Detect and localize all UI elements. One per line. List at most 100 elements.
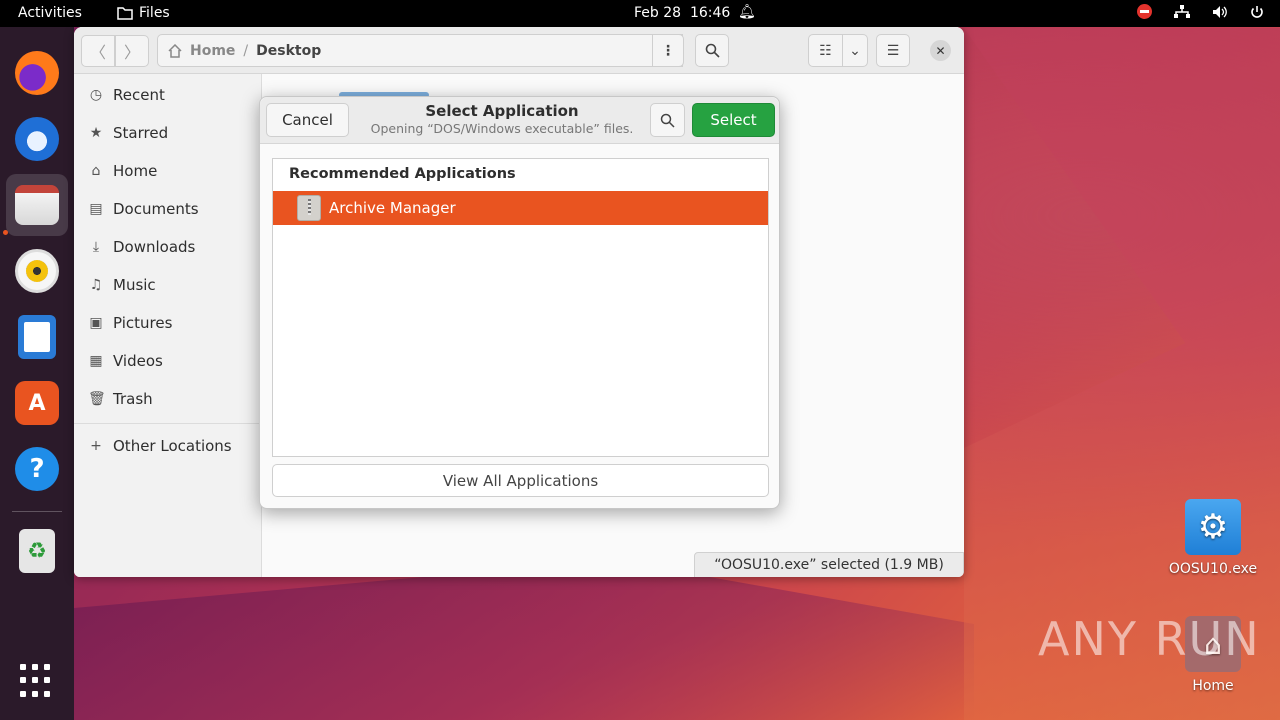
sidebar-item-label: Pictures xyxy=(113,314,173,332)
dock-separator xyxy=(12,511,62,512)
path-current[interactable]: Desktop xyxy=(256,43,321,59)
sidebar-item-label: Home xyxy=(113,162,158,180)
power-icon xyxy=(1251,5,1263,18)
sidebar-item-label: Recent xyxy=(113,86,165,104)
application-list: Recommended Applications Archive Manager xyxy=(272,158,769,457)
archive-manager-icon xyxy=(297,195,321,221)
help-icon: ? xyxy=(15,447,59,491)
trash-icon: ♻ xyxy=(19,529,55,573)
dock-firefox[interactable] xyxy=(6,42,68,104)
sidebar-item-label: Starred xyxy=(113,124,169,142)
sidebar-item-pictures[interactable]: ▣ Pictures xyxy=(74,305,262,341)
sidebar-item-label: Videos xyxy=(113,352,163,370)
path-separator: / xyxy=(243,42,249,59)
sidebar-item-other-locations[interactable]: + Other Locations xyxy=(74,428,262,464)
dock-writer[interactable] xyxy=(6,306,68,368)
top-bar: Activities Files Feb 28 16:46 🔔︎ xyxy=(0,0,1280,27)
sidebar-item-label: Trash xyxy=(113,390,153,408)
header-bar: 〈 〉 Home / Desktop ⋮ ☷ ⌄ ☰ ✕ xyxy=(74,27,964,74)
do-not-disturb-icon xyxy=(1137,4,1152,19)
folder-icon xyxy=(117,7,133,20)
clock[interactable]: Feb 28 16:46 xyxy=(634,5,730,21)
select-button[interactable]: Select xyxy=(692,103,775,137)
forward-button[interactable]: 〉 xyxy=(115,35,149,67)
close-window-button[interactable]: ✕ xyxy=(930,40,951,61)
desktop-icon-label: OOSU10.exe xyxy=(1168,561,1258,577)
wallpaper-shape xyxy=(74,560,974,720)
dock-trash[interactable]: ♻ xyxy=(6,520,68,582)
cancel-button[interactable]: Cancel xyxy=(266,103,349,137)
clock-time: 16:46 xyxy=(689,5,731,21)
dialog-header: Cancel Select Application Opening “DOS/W… xyxy=(260,97,779,144)
libreoffice-writer-icon xyxy=(18,315,56,359)
list-view-icon: ☷ xyxy=(819,42,832,59)
view-all-applications-button[interactable]: View All Applications xyxy=(272,464,769,497)
list-header: Recommended Applications xyxy=(289,166,516,182)
hamburger-icon: ☰ xyxy=(886,42,900,59)
clock-date: Feb 28 xyxy=(634,5,682,21)
firefox-icon xyxy=(15,51,59,95)
app-menu[interactable]: Files xyxy=(117,5,170,21)
sidebar-item-videos[interactable]: ▦ Videos xyxy=(74,343,262,379)
sidebar-item-downloads[interactable]: ⤓ Downloads xyxy=(74,229,262,265)
path-menu-button[interactable]: ⋮ xyxy=(652,34,684,67)
sidebar: ◷ Recent ★ Starred ⌂ Home ▤ Documents ⤓ Downl… xyxy=(74,74,262,577)
home-icon: ⌂ xyxy=(91,163,101,179)
dock: A ? ♻ xyxy=(0,27,74,720)
show-apps-grid-icon[interactable] xyxy=(20,664,54,698)
volume-icon xyxy=(1213,5,1227,18)
gear-icon: ⚙ xyxy=(1185,499,1241,555)
clock-icon: ◷ xyxy=(89,87,103,103)
main-menu-button[interactable]: ☰ xyxy=(876,34,910,67)
dialog-title: Select Application xyxy=(425,102,579,120)
bell-icon: 🔔︎ xyxy=(738,4,756,20)
dock-rhythmbox[interactable] xyxy=(6,240,68,302)
sidebar-divider xyxy=(74,423,262,424)
chevron-down-icon: ⌄ xyxy=(849,42,861,59)
sidebar-item-label: Documents xyxy=(113,200,199,218)
picture-icon: ▣ xyxy=(89,315,103,331)
thunderbird-icon xyxy=(15,117,59,161)
video-icon: ▦ xyxy=(89,353,103,369)
chevron-right-icon: 〉 xyxy=(123,43,140,62)
dock-thunderbird[interactable] xyxy=(6,108,68,170)
sidebar-item-recent[interactable]: ◷ Recent xyxy=(74,77,262,113)
music-icon: ♫ xyxy=(89,277,103,293)
rhythmbox-icon xyxy=(15,249,59,293)
select-application-dialog: Cancel Select Application Opening “DOS/W… xyxy=(259,96,780,509)
sidebar-item-trash[interactable]: 🗑︎ Trash xyxy=(74,381,262,417)
path-home[interactable]: Home xyxy=(190,43,235,59)
download-icon: ⤓ xyxy=(92,239,100,255)
search-icon xyxy=(660,113,675,128)
close-icon: ✕ xyxy=(935,43,946,58)
system-tray[interactable] xyxy=(1137,4,1264,19)
watermark-logo: ANY RUN xyxy=(1038,612,1261,666)
dock-files[interactable] xyxy=(6,174,68,236)
view-options-button[interactable]: ⌄ xyxy=(842,34,868,67)
search-button[interactable] xyxy=(695,34,729,67)
home-icon xyxy=(168,43,182,58)
files-icon xyxy=(15,185,59,225)
back-button[interactable]: 〈 xyxy=(81,35,115,67)
network-icon xyxy=(1174,4,1190,18)
app-name: Archive Manager xyxy=(329,199,456,217)
dock-app-center[interactable]: A xyxy=(6,372,68,434)
activities-button[interactable]: Activities xyxy=(18,5,82,21)
sidebar-item-home[interactable]: ⌂ Home xyxy=(74,153,262,189)
star-icon: ★ xyxy=(89,125,103,141)
sidebar-item-music[interactable]: ♫ Music xyxy=(74,267,262,303)
desktop-icon-oosu10[interactable]: ⚙ OOSU10.exe xyxy=(1168,499,1258,577)
sidebar-item-label: Music xyxy=(113,276,156,294)
view-list-button[interactable]: ☷ xyxy=(808,34,843,67)
plus-icon: + xyxy=(90,438,102,454)
chevron-left-icon: 〈 xyxy=(89,43,106,62)
app-menu-label: Files xyxy=(139,5,170,21)
dock-help[interactable]: ? xyxy=(6,438,68,500)
document-icon: ▤ xyxy=(89,201,103,217)
list-item-archive-manager[interactable]: Archive Manager xyxy=(273,191,768,225)
trash-icon: 🗑︎ xyxy=(88,391,106,407)
sidebar-item-documents[interactable]: ▤ Documents xyxy=(74,191,262,227)
search-icon xyxy=(705,43,720,58)
dialog-search-button[interactable] xyxy=(650,103,685,137)
sidebar-item-starred[interactable]: ★ Starred xyxy=(74,115,262,151)
